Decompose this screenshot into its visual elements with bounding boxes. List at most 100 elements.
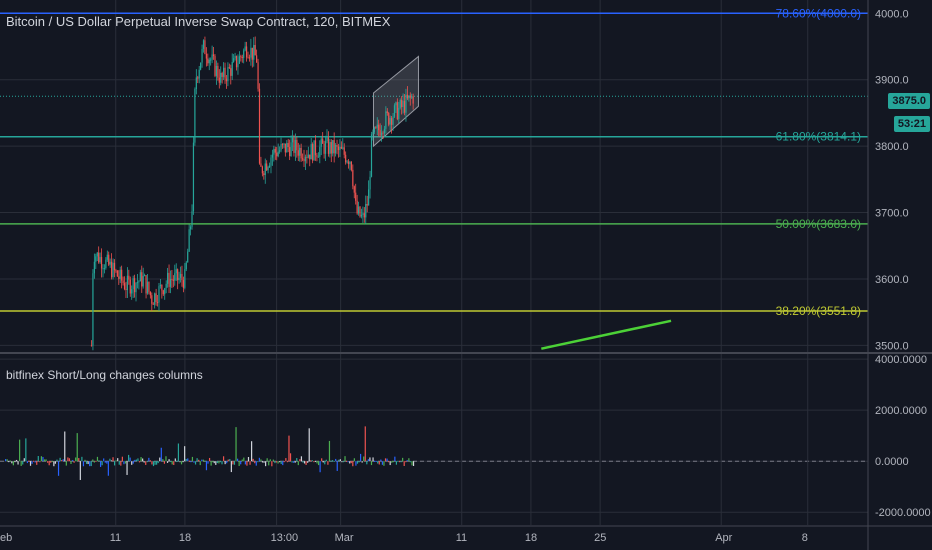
indicator-bar xyxy=(62,459,64,462)
candle-body xyxy=(191,211,193,227)
candle-body xyxy=(111,261,113,278)
candle-body xyxy=(388,112,390,125)
indicator-bar xyxy=(384,458,387,462)
candle-body xyxy=(142,275,144,287)
x-tick-label: 18 xyxy=(179,532,191,544)
indicator-bar xyxy=(247,456,250,462)
indicator-bar xyxy=(89,461,91,467)
indicator-bar xyxy=(45,459,47,462)
candle-body xyxy=(254,45,256,56)
indicator-bar xyxy=(397,460,399,462)
indicator-bar xyxy=(355,461,357,466)
candle-body xyxy=(330,142,332,154)
indicator-bar xyxy=(411,461,413,466)
indicator-bar xyxy=(29,461,32,466)
candle-body xyxy=(112,262,114,278)
indicator-bar xyxy=(366,461,368,465)
candle-body xyxy=(93,261,95,274)
indicator-bar xyxy=(129,457,131,462)
indicator-bar xyxy=(196,458,198,462)
candle-body xyxy=(217,65,219,78)
indicator-bar xyxy=(398,461,401,463)
indicator-bar xyxy=(249,461,251,465)
indicator-bar xyxy=(283,461,285,463)
indicator-bar xyxy=(375,460,377,462)
candle-body xyxy=(156,301,159,303)
candle-body xyxy=(279,150,281,152)
indicator-bar xyxy=(412,461,415,466)
candle-body xyxy=(192,142,195,212)
indicator-bar xyxy=(252,458,254,462)
candle-body xyxy=(277,151,279,157)
indicator-bar xyxy=(265,461,267,467)
candle-body xyxy=(133,278,136,293)
chart-canvas[interactable]: 78.60%(4000.0) 61.80%(3814.1) 50.00%(3683.… xyxy=(0,0,932,550)
indicator-bar xyxy=(148,457,150,462)
candle-body xyxy=(357,206,360,214)
indicator-bar xyxy=(224,461,226,465)
indicator-bar xyxy=(293,461,295,463)
y-tick-label: 3500.0 xyxy=(875,340,909,352)
indicator-bar xyxy=(303,461,306,464)
candle-body xyxy=(207,58,209,64)
indicator-bar xyxy=(331,460,334,462)
indicator-bar xyxy=(336,461,338,471)
indicator-bar xyxy=(107,461,109,476)
indicator-bar xyxy=(246,461,248,466)
indicator-bar xyxy=(128,454,130,462)
indicator-bar xyxy=(22,461,24,465)
indicator-bar xyxy=(137,458,139,462)
indicator-bar xyxy=(271,461,273,467)
candle-body xyxy=(122,280,124,284)
indicator-bar xyxy=(311,460,313,462)
indicator-bar xyxy=(374,460,376,462)
candle-body xyxy=(162,290,164,295)
indicator-bar xyxy=(212,461,214,463)
candle-body xyxy=(316,155,318,157)
candle-body xyxy=(385,111,387,129)
indicator-bar xyxy=(258,457,260,462)
candle-body xyxy=(126,275,128,291)
indicator-bar xyxy=(115,460,117,462)
candle-body xyxy=(368,189,370,206)
candle-body xyxy=(241,57,243,59)
candle-body xyxy=(271,154,274,158)
indicator-bar xyxy=(165,456,167,462)
indicator-bar xyxy=(112,457,114,462)
candle-body xyxy=(296,139,298,151)
indicator-bar xyxy=(179,461,181,463)
indicator-bar xyxy=(79,461,81,480)
candle-body xyxy=(362,213,364,215)
indicator-bar xyxy=(310,460,312,462)
indicator-y-tick-label: 0.0000 xyxy=(875,456,909,468)
candle-body xyxy=(141,272,143,287)
candle-body xyxy=(238,56,240,64)
y-tick-label: 3700.0 xyxy=(875,208,909,220)
indicator-bar xyxy=(294,461,296,463)
candle-body xyxy=(154,293,156,305)
indicator-bar xyxy=(222,456,225,462)
indicator-bar xyxy=(285,458,287,462)
indicator-bar xyxy=(279,461,281,463)
indicator-bar xyxy=(349,461,351,464)
candle-body xyxy=(257,62,259,89)
candle-body xyxy=(139,272,141,282)
candle-body xyxy=(349,161,351,165)
x-tick-label: Mar xyxy=(335,532,354,544)
indicator-bar xyxy=(275,461,278,463)
candle-body xyxy=(303,158,305,162)
indicator-bar xyxy=(26,461,28,464)
indicator-bar xyxy=(364,426,366,462)
candle-body xyxy=(105,259,107,269)
indicator-bar xyxy=(352,461,354,467)
indicator-bar xyxy=(157,461,159,464)
candle-body xyxy=(116,270,118,277)
indicator-bar xyxy=(81,456,83,462)
indicator-bar xyxy=(140,457,142,462)
indicator-bar xyxy=(238,461,240,467)
indicator-bar xyxy=(98,460,100,462)
candle-body xyxy=(233,58,235,63)
candle-body xyxy=(189,226,192,230)
candle-body xyxy=(327,137,330,154)
candle-body xyxy=(380,132,383,136)
